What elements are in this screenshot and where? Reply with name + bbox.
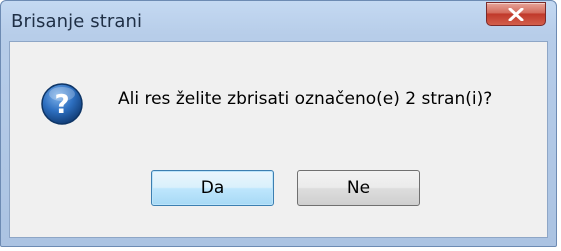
- close-icon: [508, 8, 524, 21]
- dialog-content: ? Ali res želite zbrisati označeno(e) 2 …: [9, 41, 548, 238]
- svg-text:?: ?: [54, 90, 69, 120]
- question-icon: ?: [41, 83, 83, 125]
- dialog-window: Brisanje strani ? Ali res želite zbrisat…: [0, 0, 557, 247]
- close-button[interactable]: [486, 2, 546, 26]
- dialog-message: Ali res želite zbrisati označeno(e) 2 st…: [118, 89, 493, 109]
- title-bar[interactable]: Brisanje strani: [1, 1, 556, 41]
- no-button[interactable]: Ne: [297, 170, 420, 206]
- yes-button[interactable]: Da: [151, 170, 274, 206]
- dialog-title: Brisanje strani: [11, 11, 143, 32]
